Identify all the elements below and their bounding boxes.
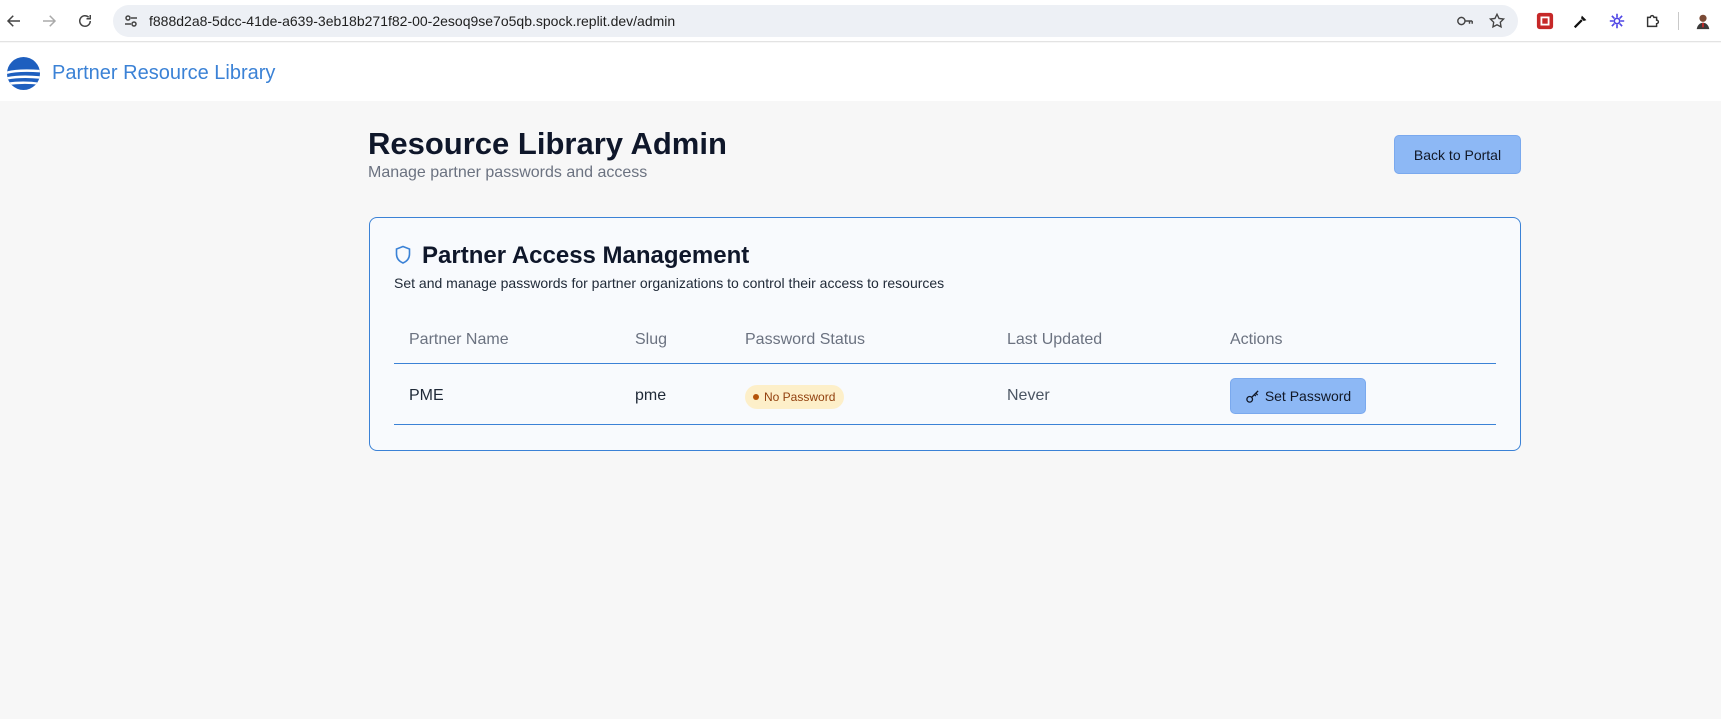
eyedropper-icon[interactable] xyxy=(1571,11,1591,31)
set-password-button[interactable]: Set Password xyxy=(1230,378,1366,414)
card-title: Partner Access Management xyxy=(422,242,750,269)
table-header-divider xyxy=(394,363,1496,364)
password-key-icon[interactable] xyxy=(1456,13,1474,29)
site-info-icon[interactable] xyxy=(123,13,139,29)
bookmark-star-icon[interactable] xyxy=(1488,12,1506,30)
table-row-divider xyxy=(394,424,1496,425)
reload-icon[interactable] xyxy=(74,10,96,32)
back-icon[interactable] xyxy=(3,10,25,32)
logo-icon[interactable] xyxy=(7,57,40,90)
address-bar[interactable]: f888d2a8-5dcc-41de-a639-3eb18b271f82-00-… xyxy=(113,5,1518,37)
cell-last-updated: Never xyxy=(1007,387,1050,404)
card-description: Set and manage passwords for partner org… xyxy=(394,275,945,291)
column-header-slug: Slug xyxy=(635,331,668,348)
column-header-password-status: Password Status xyxy=(745,331,866,348)
brand-title[interactable]: Partner Resource Library xyxy=(52,62,275,85)
browser-toolbar: f888d2a8-5dcc-41de-a639-3eb18b271f82-00-… xyxy=(0,0,1721,42)
page-subtitle: Manage partner passwords and access xyxy=(368,164,648,181)
status-badge: No Password xyxy=(745,385,845,409)
partner-access-card: Partner Access Management Set and manage… xyxy=(369,217,1521,451)
app-header: Partner Resource Library xyxy=(0,43,1721,101)
set-password-label: Set Password xyxy=(1264,388,1352,404)
status-badge-label: No Password xyxy=(764,390,836,404)
extensions-puzzle-icon[interactable] xyxy=(1643,11,1663,31)
forward-icon[interactable] xyxy=(38,10,60,32)
url-text[interactable]: f888d2a8-5dcc-41de-a639-3eb18b271f82-00-… xyxy=(149,13,675,29)
column-header-partner-name: Partner Name xyxy=(409,331,509,348)
extension-asterisk-icon[interactable] xyxy=(1607,11,1627,31)
profile-avatar-icon[interactable] xyxy=(1693,11,1713,31)
toolbar-divider xyxy=(1678,12,1679,30)
extension-red-icon[interactable] xyxy=(1535,11,1555,31)
column-header-last-updated: Last Updated xyxy=(1007,331,1103,348)
page-title: Resource Library Admin xyxy=(368,126,727,161)
key-icon xyxy=(1246,389,1259,403)
shield-icon xyxy=(395,245,411,264)
cell-slug: pme xyxy=(635,387,667,404)
cell-partner-name: PME xyxy=(409,387,444,404)
column-header-actions: Actions xyxy=(1230,331,1283,348)
status-dot-icon xyxy=(753,394,759,400)
back-to-portal-button[interactable]: Back to Portal xyxy=(1394,135,1521,174)
